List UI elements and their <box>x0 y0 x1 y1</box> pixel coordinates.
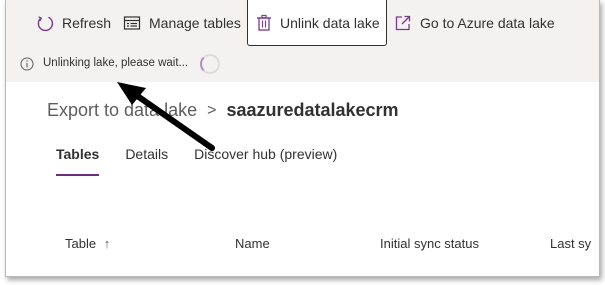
unlink-data-lake-button[interactable]: Unlink data lake <box>247 0 387 46</box>
column-header-table-label: Table <box>65 236 97 251</box>
info-icon <box>20 57 34 76</box>
app-window: Refresh Manage tables Unlink data lake G… <box>5 0 600 277</box>
page-title: saazuredatalakecrm <box>226 100 399 120</box>
unlink-data-lake-label: Unlink data lake <box>280 14 380 31</box>
refresh-button[interactable]: Refresh <box>36 0 111 46</box>
trash-icon <box>256 14 272 32</box>
column-header-initial-sync-status[interactable]: Initial sync status <box>380 236 479 251</box>
manage-tables-button[interactable]: Manage tables <box>123 0 241 46</box>
table-icon <box>123 14 141 32</box>
tab-details[interactable]: Details <box>125 146 168 176</box>
column-header-last-sync[interactable]: Last sy <box>550 236 591 251</box>
go-to-azure-label: Go to Azure data lake <box>420 15 555 31</box>
status-bar: Unlinking lake, please wait... <box>6 46 599 82</box>
status-message: Unlinking lake, please wait... <box>43 57 189 69</box>
spinner-icon <box>200 54 220 74</box>
tab-list: Tables Details Discover hub (preview) <box>56 146 337 176</box>
tab-discover-hub[interactable]: Discover hub (preview) <box>194 146 337 176</box>
table-header: Table ↑ Name Initial sync status Last sy <box>6 228 599 260</box>
tab-tables[interactable]: Tables <box>56 146 100 176</box>
column-header-table[interactable]: Table ↑ <box>65 236 110 251</box>
breadcrumb-parent-link[interactable]: Export to data lake <box>47 100 197 121</box>
sort-ascending-icon: ↑ <box>103 236 111 251</box>
breadcrumb-separator: > <box>207 101 217 119</box>
go-to-azure-data-lake-button[interactable]: Go to Azure data lake <box>394 0 555 46</box>
command-bar: Refresh Manage tables Unlink data lake G… <box>6 0 599 46</box>
breadcrumb: Export to data lake > saazuredatalakecrm <box>47 100 399 121</box>
refresh-icon <box>36 14 54 32</box>
column-header-name[interactable]: Name <box>235 236 270 251</box>
manage-tables-label: Manage tables <box>149 15 241 31</box>
external-link-icon <box>394 14 412 32</box>
refresh-label: Refresh <box>62 15 112 31</box>
